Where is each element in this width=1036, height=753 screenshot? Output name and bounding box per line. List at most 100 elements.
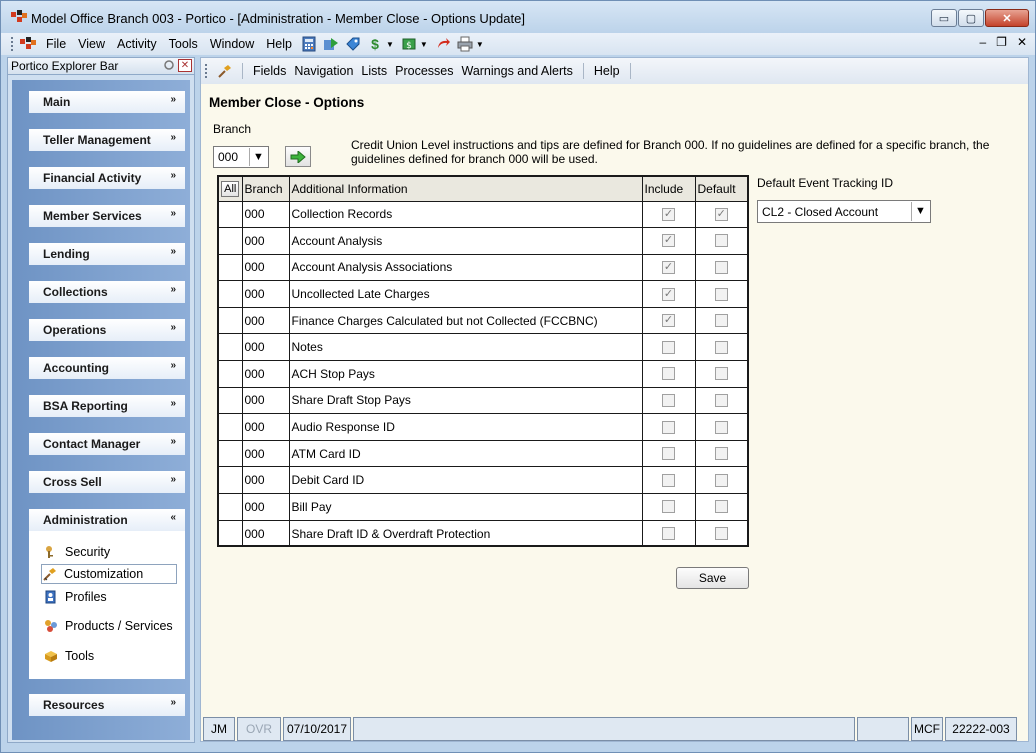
default-checkbox[interactable]: [714, 287, 728, 301]
branch-select[interactable]: 000 ▼: [213, 146, 269, 168]
money-icon[interactable]: $: [366, 36, 384, 52]
pin-icon[interactable]: [162, 59, 176, 72]
row-selector[interactable]: [219, 333, 243, 362]
table-row[interactable]: 000 Uncollected Late Charges ✓: [219, 280, 747, 308]
row-selector[interactable]: [219, 307, 243, 335]
default-checkbox[interactable]: [714, 393, 728, 407]
table-row[interactable]: 000 Debit Card ID: [219, 466, 747, 495]
group-operations[interactable]: Operations »: [29, 319, 185, 341]
table-row[interactable]: 000 Notes: [219, 333, 747, 362]
menu-file[interactable]: File: [40, 37, 72, 51]
row-selector[interactable]: [219, 227, 243, 255]
column-header-branch[interactable]: Branch: [242, 177, 290, 202]
tracking-id-select[interactable]: CL2 - Closed Account ▼: [757, 200, 931, 223]
table-row[interactable]: 000 Share Draft Stop Pays: [219, 387, 747, 415]
menu-activity[interactable]: Activity: [111, 37, 163, 51]
group-administration[interactable]: Administration «: [29, 509, 185, 531]
include-checkbox[interactable]: ✓: [662, 234, 675, 248]
menu-view[interactable]: View: [72, 37, 111, 51]
table-row[interactable]: 000 ATM Card ID: [219, 440, 747, 468]
toolbar-fields[interactable]: Fields: [249, 64, 290, 78]
row-selector[interactable]: [219, 387, 243, 415]
default-checkbox[interactable]: [714, 340, 728, 354]
chevron-down-icon[interactable]: ▼: [911, 202, 929, 221]
group-collections[interactable]: Collections »: [29, 281, 185, 303]
close-button[interactable]: ✕: [985, 9, 1029, 27]
include-checkbox[interactable]: [662, 340, 675, 354]
go-button[interactable]: [285, 146, 311, 167]
toolbar-lists[interactable]: Lists: [357, 64, 391, 78]
include-checkbox[interactable]: [662, 367, 675, 381]
row-selector[interactable]: [219, 254, 243, 282]
toolbar-grip[interactable]: [11, 37, 14, 51]
link-security[interactable]: Security: [43, 542, 179, 562]
default-checkbox[interactable]: [714, 260, 728, 274]
link-customization[interactable]: Customization: [41, 564, 177, 584]
default-checkbox[interactable]: [714, 420, 728, 434]
include-checkbox[interactable]: [662, 473, 675, 487]
row-selector[interactable]: [219, 520, 243, 547]
include-checkbox[interactable]: ✓: [662, 207, 675, 221]
chevron-down-icon[interactable]: ▼: [249, 148, 267, 166]
default-checkbox[interactable]: [714, 473, 728, 487]
transfer-icon[interactable]: [322, 36, 340, 52]
group-cross-sell[interactable]: Cross Sell »: [29, 471, 185, 493]
row-selector[interactable]: [219, 440, 243, 468]
minimize-button[interactable]: ▭: [931, 9, 957, 27]
toolbar-warnings-alerts[interactable]: Warnings and Alerts: [457, 64, 576, 78]
include-checkbox[interactable]: [662, 500, 675, 514]
mdi-close-button[interactable]: ✕: [1017, 35, 1027, 49]
column-header-info[interactable]: Additional Information: [289, 177, 643, 202]
group-lending[interactable]: Lending »: [29, 243, 185, 265]
group-member-services[interactable]: Member Services »: [29, 205, 185, 227]
table-row[interactable]: 000 Share Draft ID & Overdraft Protection: [219, 520, 747, 547]
row-selector[interactable]: [219, 413, 243, 441]
group-resources[interactable]: Resources »: [29, 694, 185, 716]
group-contact-manager[interactable]: Contact Manager »: [29, 433, 185, 455]
toolbar-grip[interactable]: [205, 64, 208, 78]
table-row[interactable]: 000 ACH Stop Pays: [219, 360, 747, 388]
default-checkbox[interactable]: [714, 314, 728, 328]
select-all-button[interactable]: All: [221, 180, 240, 197]
group-accounting[interactable]: Accounting »: [29, 357, 185, 379]
row-selector[interactable]: [219, 493, 243, 521]
table-row[interactable]: 000 Finance Charges Calculated but not Co…: [219, 307, 747, 335]
group-teller-management[interactable]: Teller Management »: [29, 129, 185, 151]
explorer-close-icon[interactable]: ✕: [178, 59, 192, 72]
printer-icon[interactable]: [456, 36, 474, 52]
cash-icon[interactable]: $: [400, 36, 418, 52]
include-checkbox[interactable]: ✓: [662, 287, 675, 301]
link-profiles[interactable]: Profiles: [43, 587, 179, 607]
menu-help[interactable]: Help: [260, 37, 298, 51]
save-button[interactable]: Save: [676, 567, 749, 589]
include-checkbox[interactable]: [662, 420, 675, 434]
group-financial-activity[interactable]: Financial Activity »: [29, 167, 185, 189]
default-checkbox[interactable]: ✓: [714, 207, 728, 221]
mdi-restore-button[interactable]: ❐: [996, 35, 1007, 49]
table-row[interactable]: 000 Bill Pay: [219, 493, 747, 521]
default-checkbox[interactable]: [714, 234, 728, 248]
include-checkbox[interactable]: [662, 527, 675, 541]
default-checkbox[interactable]: [714, 367, 728, 381]
title-bar[interactable]: Model Office Branch 003 - Portico - [Adm…: [1, 1, 1035, 33]
table-row[interactable]: 000 Collection Records ✓ ✓: [219, 201, 747, 229]
column-header-include[interactable]: Include: [642, 177, 696, 202]
portico-menu-icon[interactable]: [20, 37, 36, 51]
toolbar-help[interactable]: Help: [590, 64, 624, 78]
table-row[interactable]: 000 Account Analysis ✓: [219, 227, 747, 255]
row-selector[interactable]: [219, 466, 243, 495]
column-header-default[interactable]: Default: [695, 177, 747, 202]
link-products-services[interactable]: Products / Services: [43, 616, 179, 636]
money-dropdown-icon[interactable]: ▼: [386, 40, 394, 49]
toolbar-processes[interactable]: Processes: [391, 64, 457, 78]
menu-tools[interactable]: Tools: [163, 37, 204, 51]
printer-dropdown-icon[interactable]: ▼: [476, 40, 484, 49]
row-selector[interactable]: [219, 360, 243, 388]
redo-arrow-icon[interactable]: [434, 36, 452, 52]
table-row[interactable]: 000 Account Analysis Associations ✓: [219, 254, 747, 282]
default-checkbox[interactable]: [714, 447, 728, 461]
table-row[interactable]: 000 Audio Response ID: [219, 413, 747, 441]
maximize-button[interactable]: ▢: [958, 9, 984, 27]
default-checkbox[interactable]: [714, 527, 728, 541]
include-checkbox[interactable]: ✓: [662, 314, 675, 328]
